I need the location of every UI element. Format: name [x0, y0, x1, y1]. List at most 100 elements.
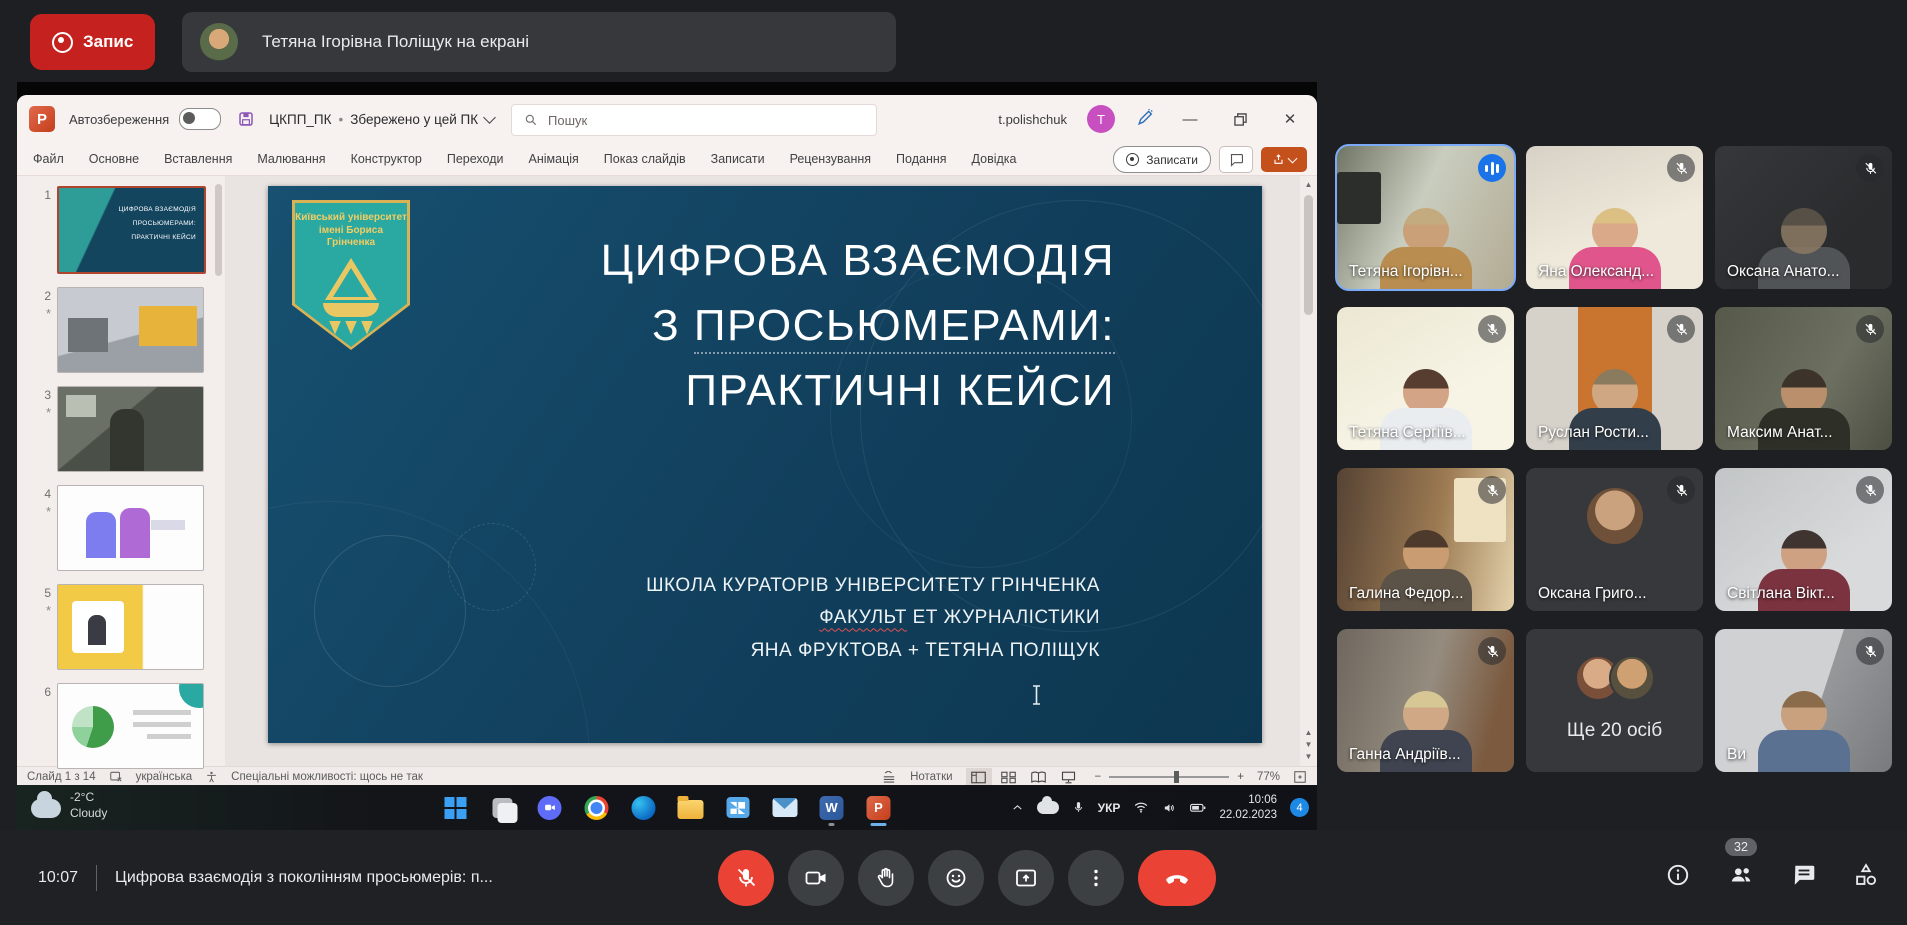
accessibility-status[interactable]: Спеціальні можливості: щось не так — [231, 771, 423, 783]
reactions-button[interactable] — [928, 850, 984, 906]
powerpoint-app-icon[interactable]: P — [29, 106, 55, 132]
thumbnail-preview[interactable]: ЦИФРОВА ВЗАЄМОДІЯ ПРОСЬЮМЕРАМИ: ПРАКТИЧН… — [57, 186, 206, 274]
participant-tile[interactable]: Руслан Рости... — [1526, 307, 1703, 450]
mail-icon[interactable] — [766, 789, 804, 827]
tab-design[interactable]: Конструктор — [351, 152, 422, 166]
account-avatar[interactable]: T — [1087, 105, 1115, 133]
keyboard-language[interactable]: УКР — [1098, 801, 1121, 815]
battery-icon[interactable] — [1190, 801, 1206, 814]
slide-sorter-view-button[interactable] — [996, 768, 1022, 785]
notification-badge[interactable]: 4 — [1290, 798, 1309, 817]
scroll-down-icon[interactable]: ▼ — [1305, 751, 1313, 763]
tab-help[interactable]: Довідка — [972, 152, 1017, 166]
powerpoint-taskbar-icon[interactable]: P — [860, 789, 898, 827]
participant-tile[interactable]: Галина Федор... — [1337, 468, 1514, 611]
mic-mute-button[interactable] — [718, 850, 774, 906]
slide-thumbnail-2[interactable]: 2 — [31, 287, 225, 373]
zoom-out-button[interactable]: − — [1095, 771, 1102, 783]
zoom-slider-thumb[interactable] — [1174, 771, 1179, 783]
tab-record[interactable]: Записати — [711, 152, 765, 166]
slide-thumbnail-6[interactable]: 6 — [31, 683, 225, 769]
tab-draw[interactable]: Малювання — [257, 152, 325, 166]
end-call-button[interactable] — [1138, 850, 1216, 906]
microsoft-store-icon[interactable] — [719, 789, 757, 827]
chrome-icon[interactable] — [578, 789, 616, 827]
onedrive-icon[interactable] — [1037, 801, 1059, 814]
tab-insert[interactable]: Вставлення — [164, 152, 232, 166]
tab-file[interactable]: Файл — [33, 152, 64, 166]
meet-app-icon[interactable] — [531, 789, 569, 827]
participant-tile[interactable]: Ганна Андріїв... — [1337, 629, 1514, 772]
search-input[interactable]: Пошук — [511, 104, 877, 136]
thumbnail-preview[interactable] — [57, 386, 204, 472]
slide-thumbnail-5[interactable]: 5 — [31, 584, 225, 670]
participant-tile[interactable]: Світлана Вікт... — [1715, 468, 1892, 611]
tab-view[interactable]: Подання — [896, 152, 946, 166]
tab-transitions[interactable]: Переходи — [447, 152, 504, 166]
normal-view-button[interactable] — [966, 768, 992, 785]
volume-icon[interactable] — [1162, 801, 1177, 815]
more-options-button[interactable] — [1068, 850, 1124, 906]
task-view-button[interactable] — [484, 789, 522, 827]
display-settings-icon[interactable] — [109, 770, 123, 784]
participant-tile[interactable]: Максим Анат... — [1715, 307, 1892, 450]
scroll-up-icon[interactable]: ▲ — [1305, 179, 1313, 191]
reading-view-button[interactable] — [1026, 768, 1052, 785]
weather-widget[interactable]: -2°CCloudy — [31, 790, 107, 821]
participant-tile[interactable]: Тетяна Ігорівн... — [1337, 146, 1514, 289]
slide-thumbnail-1[interactable]: 1 ЦИФРОВА ВЗАЄМОДІЯ ПРОСЬЮМЕРАМИ: ПРАКТИ… — [31, 186, 225, 274]
ink-pen-icon[interactable] — [1135, 108, 1155, 131]
account-name[interactable]: t.polishchuk — [998, 112, 1067, 127]
tab-home[interactable]: Основне — [89, 152, 139, 166]
self-tile[interactable]: Ви — [1715, 629, 1892, 772]
present-button[interactable] — [998, 850, 1054, 906]
slide-thumbnail-4[interactable]: 4 — [31, 485, 225, 571]
raise-hand-button[interactable] — [858, 850, 914, 906]
minimize-button[interactable]: — — [1175, 104, 1205, 134]
thumbnail-scrollbar[interactable] — [215, 184, 222, 276]
document-title[interactable]: ЦКПП_ПК • Збережено у цей ПК — [269, 112, 494, 127]
tab-review[interactable]: Рецензування — [790, 152, 871, 166]
current-slide[interactable]: Київський університет імені Бориса Грінч… — [268, 186, 1262, 743]
slide-thumbnail-3[interactable]: 3 — [31, 386, 225, 472]
scrollbar-thumb[interactable] — [1304, 195, 1313, 315]
camera-button[interactable] — [788, 850, 844, 906]
share-button[interactable] — [1261, 147, 1307, 172]
microphone-tray-icon[interactable] — [1072, 800, 1085, 815]
record-presentation-button[interactable]: Записати — [1113, 146, 1211, 173]
accessibility-icon[interactable] — [205, 770, 218, 784]
zoom-in-button[interactable]: + — [1237, 771, 1244, 783]
notes-button[interactable]: Нотатки — [910, 771, 952, 783]
tab-animations[interactable]: Анімація — [529, 152, 579, 166]
hidden-icons-chevron[interactable] — [1011, 801, 1024, 814]
language-status[interactable]: українська — [136, 771, 193, 783]
next-slide-icon[interactable]: ▼ — [1305, 739, 1313, 751]
save-icon[interactable] — [237, 110, 255, 128]
taskbar-clock[interactable]: 10:0622.02.2023 — [1219, 793, 1277, 823]
edge-icon[interactable] — [625, 789, 663, 827]
participant-tile[interactable]: Оксана Анато... — [1715, 146, 1892, 289]
restore-button[interactable] — [1225, 104, 1255, 134]
comments-button[interactable] — [1219, 146, 1253, 173]
tab-slideshow[interactable]: Показ слайдів — [604, 152, 686, 166]
participants-button[interactable]: 32 — [1727, 862, 1755, 893]
file-explorer-icon[interactable] — [672, 789, 710, 827]
more-participants-tile[interactable]: Ще 20 осіб — [1526, 629, 1703, 772]
autosave-toggle[interactable] — [179, 108, 221, 130]
fit-to-window-icon[interactable] — [1293, 770, 1307, 784]
previous-slide-icon[interactable]: ▲ — [1305, 727, 1313, 739]
thumbnail-preview[interactable] — [57, 683, 204, 769]
activities-button[interactable] — [1853, 862, 1879, 893]
thumbnail-preview[interactable] — [57, 485, 204, 571]
start-button[interactable] — [437, 789, 475, 827]
chat-button[interactable] — [1791, 862, 1817, 893]
wifi-icon[interactable] — [1133, 801, 1149, 814]
word-icon[interactable]: W — [813, 789, 851, 827]
thumbnail-preview[interactable] — [57, 584, 204, 670]
participant-tile[interactable]: Яна Олександ... — [1526, 146, 1703, 289]
zoom-level[interactable]: 77% — [1257, 771, 1280, 783]
participant-tile[interactable]: Оксана Григо... — [1526, 468, 1703, 611]
close-button[interactable]: ✕ — [1275, 104, 1305, 134]
participant-tile[interactable]: Тетяна Сергіїв... — [1337, 307, 1514, 450]
slide-scrollbar[interactable]: ▲ ▲ ▼ ▼ — [1300, 176, 1317, 766]
